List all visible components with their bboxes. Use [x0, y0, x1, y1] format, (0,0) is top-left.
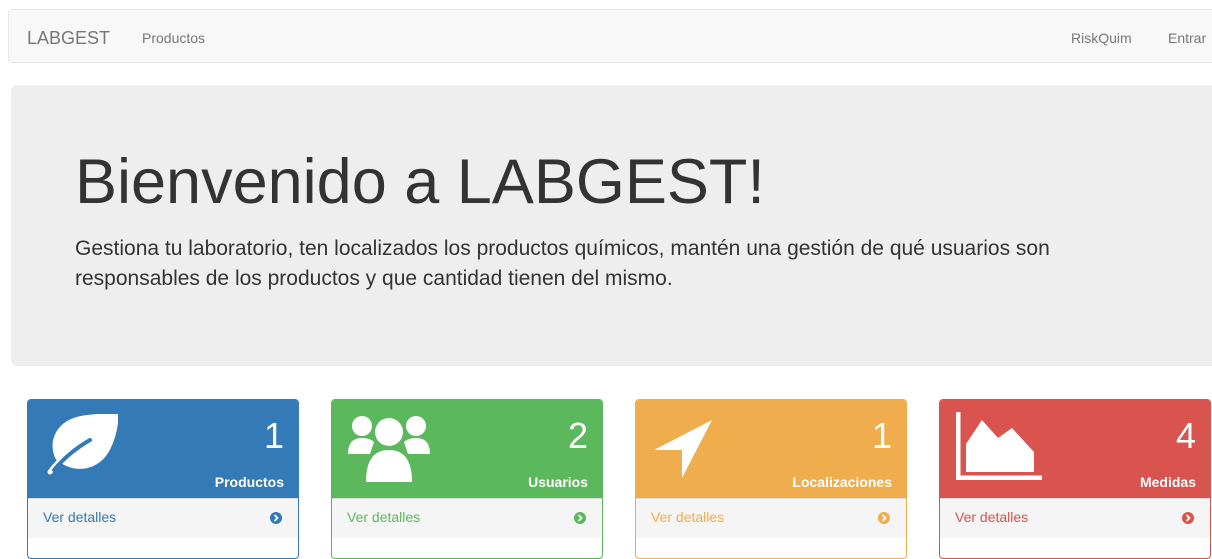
- panel-count: 1: [263, 415, 284, 456]
- panel-count: 2: [567, 415, 588, 456]
- panel-footer-localizaciones[interactable]: Ver detalles: [636, 498, 906, 538]
- location-arrow-icon: [654, 420, 712, 478]
- arrow-circle-right-icon: [1182, 512, 1194, 524]
- jumbotron: Bienvenido a LABGEST! Gestiona tu labora…: [11, 85, 1212, 366]
- page-title: Bienvenido a LABGEST!: [75, 147, 765, 217]
- ver-detalles-link[interactable]: Ver detalles: [347, 509, 420, 525]
- nav-item-productos[interactable]: Productos: [142, 30, 205, 46]
- panel-footer-productos[interactable]: Ver detalles: [28, 498, 298, 538]
- arrow-circle-right-icon: [574, 512, 586, 524]
- panel-count: 4: [1175, 415, 1196, 456]
- panel-label: Productos: [214, 474, 284, 490]
- panel-heading: 4 Medidas: [940, 400, 1210, 498]
- area-chart-icon: [956, 412, 1042, 480]
- ver-detalles-link[interactable]: Ver detalles: [651, 509, 724, 525]
- leaf-icon: [47, 414, 118, 475]
- ver-detalles-link[interactable]: Ver detalles: [955, 509, 1028, 525]
- panel-heading: 2 Usuarios: [332, 400, 602, 498]
- arrow-circle-right-icon: [878, 512, 890, 524]
- panel-footer-medidas[interactable]: Ver detalles: [940, 498, 1210, 538]
- panel-localizaciones: 1 Localizaciones Ver detalles: [635, 399, 907, 559]
- nav-item-riskquim[interactable]: RiskQuim: [1071, 30, 1132, 46]
- panel-medidas: 4 Medidas Ver detalles: [939, 399, 1211, 559]
- panel-usuarios: 2 Usuarios Ver detalles: [331, 399, 603, 559]
- panel-productos: 1 Productos Ver detalles: [27, 399, 299, 559]
- panel-label: Medidas: [1139, 474, 1196, 490]
- panel-heading: 1 Productos: [28, 400, 298, 498]
- ver-detalles-link[interactable]: Ver detalles: [43, 509, 116, 525]
- navbar-brand[interactable]: LABGEST: [27, 28, 110, 49]
- panel-heading: 1 Localizaciones: [636, 400, 906, 498]
- panel-count: 1: [871, 415, 892, 456]
- jumbotron-description: Gestiona tu laboratorio, ten localizados…: [75, 237, 1050, 290]
- navbar: LABGEST Productos RiskQuim Entrar: [8, 9, 1212, 63]
- panel-label: Localizaciones: [792, 474, 892, 490]
- panel-footer-usuarios[interactable]: Ver detalles: [332, 498, 602, 538]
- panel-label: Usuarios: [528, 474, 588, 490]
- arrow-circle-right-icon: [270, 512, 282, 524]
- nav-item-entrar[interactable]: Entrar: [1168, 30, 1206, 46]
- users-icon: [348, 416, 430, 482]
